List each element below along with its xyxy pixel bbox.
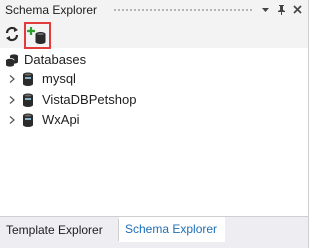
dropdown-arrow-icon[interactable] <box>259 3 272 16</box>
schema-explorer-panel: Schema Explorer Databases mysql VistaDBP… <box>0 0 309 248</box>
tree-node-label: mysql <box>42 71 76 86</box>
refresh-button[interactable] <box>2 24 24 46</box>
database-icon <box>23 113 33 127</box>
titlebar-grip[interactable] <box>113 8 253 12</box>
tab-template-explorer[interactable]: Template Explorer <box>0 219 119 241</box>
bottom-tabbar: Template Explorer Schema Explorer <box>0 216 308 248</box>
add-database-icon <box>27 27 46 44</box>
databases-icon <box>5 54 18 67</box>
chevron-right-icon[interactable] <box>8 75 16 83</box>
toolbar <box>0 20 308 49</box>
refresh-icon <box>5 26 19 42</box>
tab-schema-explorer[interactable]: Schema Explorer <box>119 217 225 242</box>
chevron-right-icon[interactable] <box>8 96 16 104</box>
panel-titlebar: Schema Explorer <box>0 0 308 20</box>
close-icon[interactable] <box>291 3 304 16</box>
database-icon <box>23 93 33 107</box>
tree-node-label: VistaDBPetshop <box>42 92 137 107</box>
tree-node-label: Databases <box>24 52 87 67</box>
database-icon <box>23 72 33 86</box>
chevron-right-icon[interactable] <box>8 116 16 124</box>
panel-title: Schema Explorer <box>5 3 98 17</box>
add-database-button[interactable] <box>24 22 51 49</box>
pin-icon[interactable] <box>275 3 288 16</box>
tree-node-label: WxApi <box>42 112 80 127</box>
